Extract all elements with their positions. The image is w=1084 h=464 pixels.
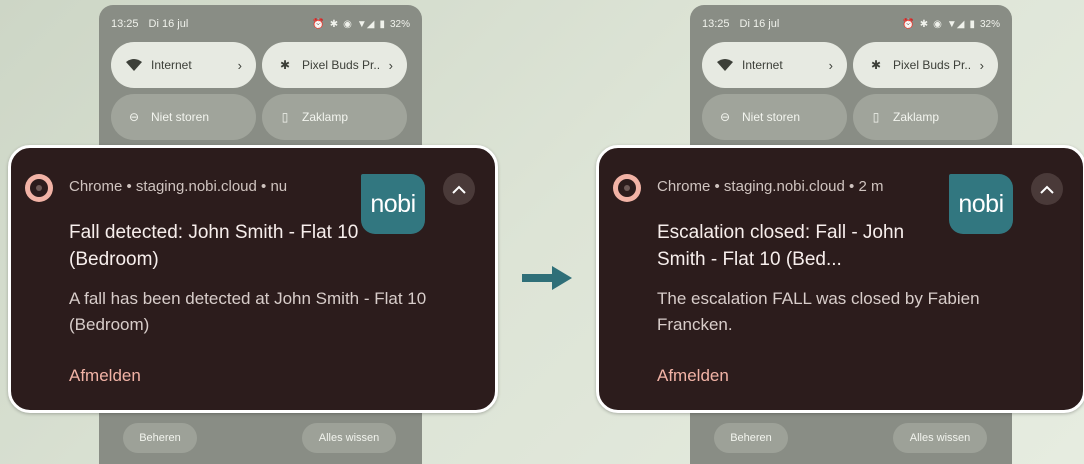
bluetooth-icon: ✱ [279, 58, 291, 72]
status-bar: 13:25 Di 16 jul ⏰ ✱ ◉ ▼◢ ▮ 32% [702, 16, 1000, 32]
chevron-right-icon: › [237, 57, 242, 73]
bluetooth-icon: ✱ [870, 58, 882, 72]
tile-dnd-label: Niet storen [742, 110, 801, 124]
status-time: 13:25 [702, 18, 730, 30]
battery-icon: ▮ [969, 18, 975, 30]
notification-card-escalation-closed[interactable]: Chrome • staging.nobi.cloud • 2 m nobi E… [596, 145, 1084, 413]
status-bar: 13:25 Di 16 jul ⏰ ✱ ◉ ▼◢ ▮ 32% [111, 16, 410, 32]
alarm-icon: ⏰ [312, 18, 325, 30]
wifi-icon [125, 59, 143, 71]
tile-flashlight[interactable]: ▯ Zaklamp [262, 94, 407, 140]
unsubscribe-button[interactable]: Afmelden [69, 366, 141, 386]
notification-body: The escalation FALL was closed by Fabien… [657, 289, 980, 334]
battery-level: 32% [389, 18, 410, 30]
notification-card-fall-detected[interactable]: Chrome • staging.nobi.cloud • nu nobi Fa… [8, 145, 498, 413]
vibrate-icon: ◉ [343, 18, 352, 30]
notification-meta: Chrome • staging.nobi.cloud • 2 m [657, 178, 884, 195]
status-date: Di 16 jul [739, 18, 780, 30]
tile-flashlight-label: Zaklamp [302, 110, 349, 124]
notification-meta: Chrome • staging.nobi.cloud • nu [69, 178, 288, 195]
unsubscribe-button[interactable]: Afmelden [657, 366, 729, 386]
battery-level: 32% [979, 18, 1000, 30]
tile-bluetooth-label: Pixel Buds Pr.. [302, 58, 381, 72]
flashlight-icon: ▯ [281, 110, 289, 124]
alarm-icon: ⏰ [902, 18, 915, 30]
signal-icon: ▼◢ [946, 18, 965, 30]
tile-internet[interactable]: Internet › [702, 42, 847, 88]
manage-button[interactable]: Beheren [714, 423, 788, 453]
bluetooth-icon: ✱ [329, 18, 339, 30]
tile-bluetooth[interactable]: ✱ Pixel Buds Pr.. › [853, 42, 998, 88]
tile-do-not-disturb[interactable]: ⊖ Niet storen [702, 94, 847, 140]
signal-icon: ▼◢ [356, 18, 375, 30]
chevron-up-icon[interactable] [443, 173, 475, 205]
bluetooth-icon: ✱ [919, 18, 929, 30]
notification-body: A fall has been detected at John Smith -… [69, 289, 427, 334]
chrome-icon [25, 174, 53, 202]
notification-title: Escalation closed: Fall - John Smith - F… [657, 222, 905, 270]
nobi-logo: nobi [949, 174, 1013, 234]
status-time: 13:25 [111, 18, 139, 30]
nobi-logo: nobi [361, 174, 425, 234]
chevron-up-icon[interactable] [1031, 173, 1063, 205]
tile-do-not-disturb[interactable]: ⊖ Niet storen [111, 94, 256, 140]
wifi-icon [716, 59, 734, 71]
clear-all-button[interactable]: Alles wissen [893, 423, 987, 453]
tile-bluetooth[interactable]: ✱ Pixel Buds Pr.. › [262, 42, 407, 88]
tile-internet-label: Internet [742, 58, 783, 72]
chrome-icon [613, 174, 641, 202]
chevron-right-icon: › [828, 57, 833, 73]
clear-all-button[interactable]: Alles wissen [302, 423, 396, 453]
arrow-right-icon [522, 266, 572, 290]
notification-title: Fall detected: John Smith - Flat 10 (Bed… [69, 222, 359, 270]
tile-dnd-label: Niet storen [151, 110, 210, 124]
tile-internet-label: Internet [151, 58, 192, 72]
chevron-right-icon: › [388, 57, 393, 73]
manage-button[interactable]: Beheren [123, 423, 197, 453]
tile-flashlight-label: Zaklamp [893, 110, 940, 124]
status-date: Di 16 jul [148, 18, 189, 30]
tile-internet[interactable]: Internet › [111, 42, 256, 88]
chevron-right-icon: › [979, 57, 984, 73]
dnd-icon: ⊖ [719, 110, 731, 124]
battery-icon: ▮ [379, 18, 385, 30]
tile-flashlight[interactable]: ▯ Zaklamp [853, 94, 998, 140]
vibrate-icon: ◉ [933, 18, 942, 30]
dnd-icon: ⊖ [128, 110, 140, 124]
flashlight-icon: ▯ [872, 110, 880, 124]
tile-bluetooth-label: Pixel Buds Pr.. [893, 58, 972, 72]
